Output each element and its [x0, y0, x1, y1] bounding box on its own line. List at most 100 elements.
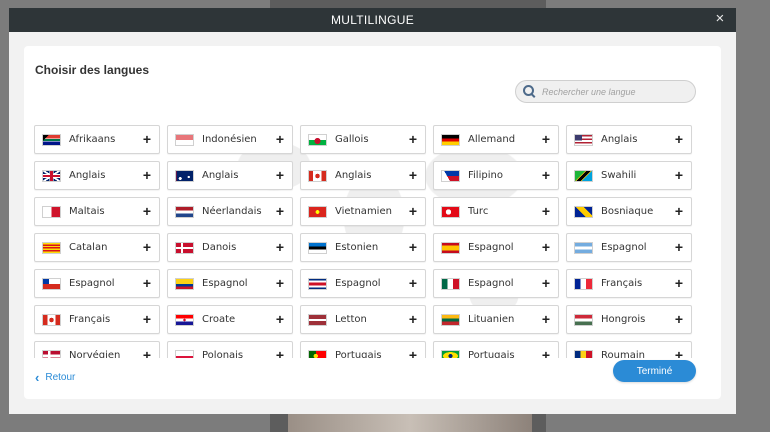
dialog-titlebar: MULTILINGUE × [9, 8, 736, 32]
done-button[interactable]: Terminé [613, 360, 696, 382]
language-item[interactable]: Espagnol + [167, 269, 293, 298]
language-item[interactable]: Letton + [300, 305, 426, 334]
plus-icon[interactable]: + [407, 204, 419, 218]
flag-mt-icon [42, 205, 61, 218]
plus-icon[interactable]: + [141, 348, 153, 358]
language-item[interactable]: Français + [34, 305, 160, 334]
plus-icon[interactable]: + [540, 168, 552, 182]
language-list[interactable]: Afrikaans + Indonésien + Gallois + Allemand + An… [34, 125, 694, 358]
language-item[interactable]: Espagnol + [300, 269, 426, 298]
language-item[interactable]: Estonien + [300, 233, 426, 262]
language-item[interactable]: Roumain + [566, 341, 692, 358]
plus-icon[interactable]: + [141, 204, 153, 218]
language-item[interactable]: Espagnol + [433, 233, 559, 262]
plus-icon[interactable]: + [673, 204, 685, 218]
plus-icon[interactable]: + [274, 276, 286, 290]
language-item[interactable]: Gallois + [300, 125, 426, 154]
language-label: Portugais [468, 350, 515, 358]
plus-icon[interactable]: + [407, 168, 419, 182]
plus-icon[interactable]: + [540, 312, 552, 326]
language-label: Français [601, 278, 643, 289]
plus-icon[interactable]: + [673, 348, 685, 358]
language-label: Norvégien [69, 350, 121, 358]
flag-lv-icon [308, 313, 327, 326]
language-item[interactable]: Polonais + [167, 341, 293, 358]
flag-ee-icon [308, 241, 327, 254]
plus-icon[interactable]: + [407, 132, 419, 146]
plus-icon[interactable]: + [141, 132, 153, 146]
plus-icon[interactable]: + [540, 204, 552, 218]
plus-icon[interactable]: + [274, 240, 286, 254]
plus-icon[interactable]: + [274, 168, 286, 182]
language-label: Espagnol [468, 278, 514, 289]
language-item[interactable]: Néerlandais + [167, 197, 293, 226]
language-item[interactable]: Français + [566, 269, 692, 298]
multilingual-dialog: MULTILINGUE × Choisir des langues Afrika… [9, 8, 736, 414]
plus-icon[interactable]: + [141, 240, 153, 254]
language-item[interactable]: Portugais + [433, 341, 559, 358]
plus-icon[interactable]: + [540, 348, 552, 358]
language-item[interactable]: Anglais + [566, 125, 692, 154]
plus-icon[interactable]: + [673, 312, 685, 326]
language-item[interactable]: Espagnol + [433, 269, 559, 298]
close-icon[interactable]: × [712, 11, 728, 27]
flag-ba-icon [574, 205, 593, 218]
plus-icon[interactable]: + [673, 276, 685, 290]
flag-wales-icon [308, 133, 327, 146]
plus-icon[interactable]: + [673, 168, 685, 182]
dialog-title: MULTILINGUE [330, 13, 415, 27]
language-item[interactable]: Allemand + [433, 125, 559, 154]
language-item[interactable]: Bosniaque + [566, 197, 692, 226]
language-label: Afrikaans [69, 134, 116, 145]
back-button[interactable]: ‹ Retour [35, 371, 75, 384]
flag-ph-icon [441, 169, 460, 182]
plus-icon[interactable]: + [540, 276, 552, 290]
language-item[interactable]: Maltais + [34, 197, 160, 226]
plus-icon[interactable]: + [141, 276, 153, 290]
language-item[interactable]: Afrikaans + [34, 125, 160, 154]
language-item[interactable]: Catalan + [34, 233, 160, 262]
language-item[interactable]: Croate + [167, 305, 293, 334]
language-item[interactable]: Espagnol + [566, 233, 692, 262]
panel-title: Choisir des langues [35, 63, 150, 77]
language-label: Polonais [202, 350, 244, 358]
language-item[interactable]: Anglais + [300, 161, 426, 190]
plus-icon[interactable]: + [274, 348, 286, 358]
language-item[interactable]: Anglais + [167, 161, 293, 190]
language-item[interactable]: Turc + [433, 197, 559, 226]
search-box[interactable] [515, 80, 696, 103]
plus-icon[interactable]: + [540, 240, 552, 254]
flag-vn-icon [308, 205, 327, 218]
language-item[interactable]: Swahili + [566, 161, 692, 190]
language-item[interactable]: Norvégien + [34, 341, 160, 358]
plus-icon[interactable]: + [141, 168, 153, 182]
language-label: Anglais [335, 170, 372, 181]
flag-id-icon [175, 133, 194, 146]
plus-icon[interactable]: + [673, 240, 685, 254]
language-item[interactable]: Filipino + [433, 161, 559, 190]
language-item[interactable]: Indonésien + [167, 125, 293, 154]
search-input[interactable] [542, 86, 692, 97]
language-item[interactable]: Danois + [167, 233, 293, 262]
flag-no-icon [42, 349, 61, 358]
plus-icon[interactable]: + [274, 204, 286, 218]
plus-icon[interactable]: + [407, 348, 419, 358]
language-item[interactable]: Lituanien + [433, 305, 559, 334]
language-item[interactable]: Espagnol + [34, 269, 160, 298]
language-item[interactable]: Vietnamien + [300, 197, 426, 226]
language-item[interactable]: Hongrois + [566, 305, 692, 334]
plus-icon[interactable]: + [274, 312, 286, 326]
plus-icon[interactable]: + [673, 132, 685, 146]
plus-icon[interactable]: + [407, 240, 419, 254]
plus-icon[interactable]: + [274, 132, 286, 146]
language-label: Catalan [69, 242, 108, 253]
plus-icon[interactable]: + [407, 312, 419, 326]
flag-za-icon [42, 133, 61, 146]
language-item[interactable]: Anglais + [34, 161, 160, 190]
language-label: Turc [468, 206, 489, 217]
plus-icon[interactable]: + [141, 312, 153, 326]
plus-icon[interactable]: + [540, 132, 552, 146]
plus-icon[interactable]: + [407, 276, 419, 290]
flag-ro-icon [574, 349, 593, 358]
language-item[interactable]: Portugais + [300, 341, 426, 358]
